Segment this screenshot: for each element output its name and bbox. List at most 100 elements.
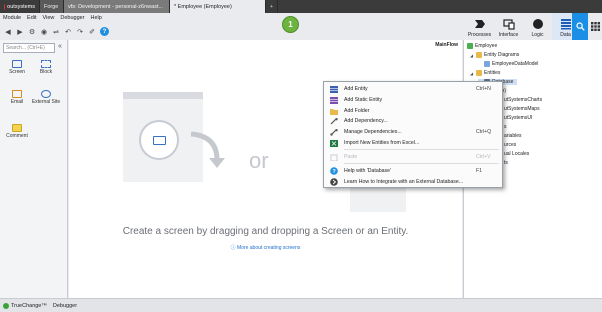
search-icon	[575, 22, 585, 31]
screen-drag-illustration	[139, 120, 179, 160]
interface-label: Interface	[498, 32, 519, 38]
back-icon[interactable]: ◀	[4, 28, 12, 36]
menu-edit[interactable]: Edit	[27, 15, 36, 21]
publish-icon[interactable]: ⚙	[28, 28, 36, 36]
tree-item-locales[interactable]: ual Locales	[504, 151, 529, 157]
tree-item-resources[interactable]: urces	[504, 142, 516, 148]
tree-label: EmployeeDataModel	[492, 61, 539, 67]
bottom-panel-tabs: TrueChange™ Debugger	[0, 298, 602, 312]
menu-view[interactable]: View	[43, 15, 55, 21]
tree-item-entities[interactable]: ◢ Entities	[470, 70, 500, 76]
collapse-arrow-icon[interactable]: ◢	[470, 53, 474, 58]
menu-separator	[344, 163, 499, 164]
collapse-arrow-icon[interactable]: ◢	[470, 71, 474, 76]
tree-item-themes[interactable]: ts	[504, 160, 508, 166]
add-tab-button[interactable]: +	[266, 0, 278, 13]
flow-title: MainFlow	[435, 42, 458, 48]
tree-item-ui[interactable]: utSystemsUI	[504, 115, 532, 121]
tree-item-variables[interactable]: ariables	[504, 133, 522, 139]
menu-item-add-static-entity[interactable]: Add Static Entity	[324, 95, 502, 105]
debugger-label: Debugger	[52, 302, 78, 309]
window-tab-bar: outsystems Forge vfs: Development - pers…	[0, 0, 602, 13]
tree-item-employee[interactable]: Employee	[467, 43, 497, 49]
widget-email[interactable]: Email	[2, 90, 32, 105]
menu-module[interactable]: Module	[3, 15, 21, 21]
interface-icon	[502, 19, 515, 30]
tree-label: ariables	[504, 133, 522, 139]
grid-icon	[590, 22, 600, 31]
learn-more-link[interactable]: ⓘ More about creating screens	[69, 244, 462, 251]
tree-item-charts[interactable]: utSystemsCharts	[504, 97, 542, 103]
tab-forge[interactable]: Forge	[40, 0, 64, 13]
logic-label: Logic	[531, 32, 544, 38]
screen-icon	[12, 60, 22, 68]
brush-icon[interactable]: ✐	[88, 28, 96, 36]
widget-block[interactable]: Block	[31, 60, 61, 75]
publish-step-badge[interactable]: 1	[282, 16, 299, 33]
collapse-icon[interactable]: «	[58, 43, 62, 50]
menu-item-paste[interactable]: Paste Ctrl+V	[324, 152, 502, 162]
tab-processes[interactable]: Processes	[465, 13, 494, 40]
block-icon	[41, 60, 51, 68]
widget-comment[interactable]: Comment	[2, 124, 32, 139]
empty-canvas-hint: Create a screen by dragging and dropping…	[122, 226, 409, 237]
menu-item-manage-dependencies[interactable]: Manage Dependencies... Ctrl+Q	[324, 127, 502, 137]
menu-item-learn-external-db[interactable]: Learn How to Integrate with an External …	[324, 177, 502, 187]
globe-icon	[41, 90, 51, 98]
widget-toolbox: Search... (Ctrl+E) « Screen Block Email …	[0, 40, 68, 298]
dependency-icon	[329, 117, 338, 125]
widget-external-site[interactable]: External Site	[31, 90, 61, 105]
tree-item-entity-diagrams[interactable]: ◢ Entity Diagrams	[470, 52, 519, 58]
tab-debugger[interactable]: Debugger	[53, 303, 77, 309]
menu-item-import-excel[interactable]: Import New Entities from Excel...	[324, 138, 502, 148]
context-menu: Add Entity Ctrl+N Add Static Entity Add …	[323, 81, 503, 188]
tab-truechange[interactable]: TrueChange™	[3, 302, 47, 309]
menu-item-help-database[interactable]: ? Help with 'Database' F1	[324, 166, 502, 176]
forward-icon[interactable]: ▶	[16, 28, 24, 36]
tree-label: ual Locales	[504, 151, 530, 157]
widget-block-label: Block	[39, 69, 53, 75]
tree-label: utSystemsCharts	[504, 97, 543, 103]
status-ok-icon	[3, 302, 9, 309]
menu-help[interactable]: Help	[91, 15, 102, 21]
main-toolbar: ◀ ▶ ⚙ ◉ ⇌ ↶ ↷ ✐ ?	[0, 23, 470, 40]
tree-label: urces	[504, 142, 517, 148]
layer-switcher: Processes Interface Logic Data	[465, 13, 579, 40]
learn-more-label: More about creating screens	[237, 245, 301, 251]
tree-label: ts	[504, 160, 508, 166]
redo-icon[interactable]: ↷	[76, 28, 84, 36]
compare-icon[interactable]: ⇌	[52, 28, 60, 36]
search-button[interactable]	[572, 13, 588, 40]
tree-item-employee-data-model[interactable]: EmployeeDataModel	[484, 61, 538, 67]
menu-item-label: Manage Dependencies...	[344, 129, 402, 135]
menu-item-add-dependency[interactable]: Add Dependency...	[324, 116, 502, 126]
help-icon[interactable]: ?	[100, 27, 109, 36]
menu-item-shortcut: Ctrl+V	[476, 154, 491, 160]
debug-icon[interactable]: ◉	[40, 28, 48, 36]
widget-screen-label: Screen	[9, 69, 25, 75]
email-icon	[12, 90, 22, 98]
widget-external-site-label: External Site	[31, 99, 61, 105]
screen-icon	[152, 135, 166, 145]
logic-icon	[532, 19, 543, 29]
tab-employee-module[interactable]: * Employee (Employee)	[170, 0, 266, 13]
menu-item-label: Paste	[344, 154, 358, 160]
paste-icon	[329, 153, 338, 161]
undo-icon[interactable]: ↶	[64, 28, 72, 36]
apps-grid-button[interactable]	[588, 13, 602, 40]
menu-item-add-entity[interactable]: Add Entity Ctrl+N	[324, 84, 502, 94]
menu-bar: Module Edit View Debugger Help	[0, 13, 102, 23]
widget-screen[interactable]: Screen	[2, 60, 32, 75]
menu-debugger[interactable]: Debugger	[60, 15, 84, 21]
menu-item-add-folder[interactable]: Add Folder	[324, 106, 502, 116]
tab-interface[interactable]: Interface	[494, 13, 523, 40]
tab-environment[interactable]: vfs: Development - personal-z6nwast...	[64, 0, 170, 13]
tab-logic[interactable]: Logic	[523, 13, 552, 40]
processes-icon	[474, 20, 485, 28]
folder-icon	[476, 52, 482, 58]
tree-item-maps[interactable]: utSystemsMaps	[504, 106, 540, 112]
tree-label: utSystemsUI	[504, 115, 533, 121]
tree-item-structures[interactable]: s	[504, 124, 507, 130]
toolbox-search-input[interactable]: Search... (Ctrl+E)	[3, 43, 55, 53]
processes-label: Processes	[467, 32, 492, 38]
